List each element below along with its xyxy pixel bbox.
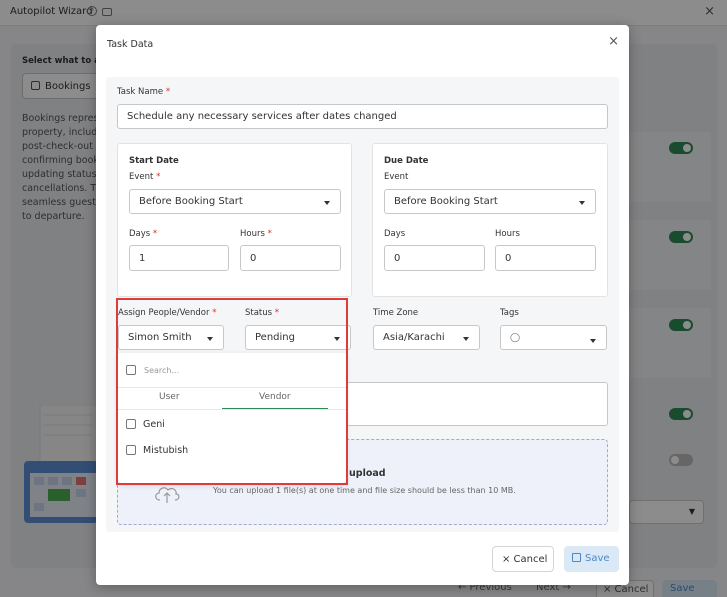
save-button[interactable]: Save (564, 546, 619, 572)
start-date-section (117, 143, 352, 297)
due-event-select[interactable]: Before Booking Start (384, 189, 596, 214)
due-days-input[interactable]: 0 (384, 245, 485, 271)
chevron-down-icon (463, 336, 469, 341)
due-date-title: Due Date (384, 156, 429, 166)
modal-title: Task Data (107, 39, 154, 50)
start-event-select[interactable]: Before Booking Start (129, 189, 341, 214)
start-date-title: Start Date (129, 156, 179, 166)
start-days-input[interactable]: 1 (129, 245, 229, 271)
highlight-annotation (116, 298, 348, 485)
chevron-down-icon (579, 200, 585, 205)
description-textarea[interactable] (340, 382, 608, 426)
close-icon[interactable]: × (608, 35, 619, 48)
timezone-select[interactable]: Asia/Karachi (373, 325, 480, 350)
cloud-upload-icon (155, 487, 180, 503)
due-hours-label: Hours (495, 229, 520, 239)
tags-select[interactable]: ◯ (500, 325, 607, 350)
start-hours-label: Hours * (240, 229, 272, 239)
upload-title: upload (349, 468, 386, 479)
due-days-label: Days (384, 229, 406, 239)
chevron-down-icon (324, 200, 330, 205)
start-days-label: Days * (129, 229, 158, 239)
due-date-section (372, 143, 608, 297)
save-icon (572, 553, 581, 562)
tags-label: Tags (500, 308, 519, 318)
chevron-down-icon (590, 338, 596, 343)
start-hours-input[interactable]: 0 (240, 245, 341, 271)
upload-hint: You can upload 1 file(s) at one time and… (213, 486, 516, 495)
start-event-label: Event * (129, 172, 161, 182)
task-name-label: Task Name * (117, 87, 171, 97)
due-hours-input[interactable]: 0 (495, 245, 596, 271)
tag-icon: ◯ (510, 333, 521, 343)
timezone-label: Time Zone (373, 308, 419, 318)
due-event-label: Event (384, 172, 409, 182)
cancel-button[interactable]: × Cancel (492, 546, 554, 572)
task-name-input[interactable]: Schedule any necessary services after da… (117, 104, 608, 129)
